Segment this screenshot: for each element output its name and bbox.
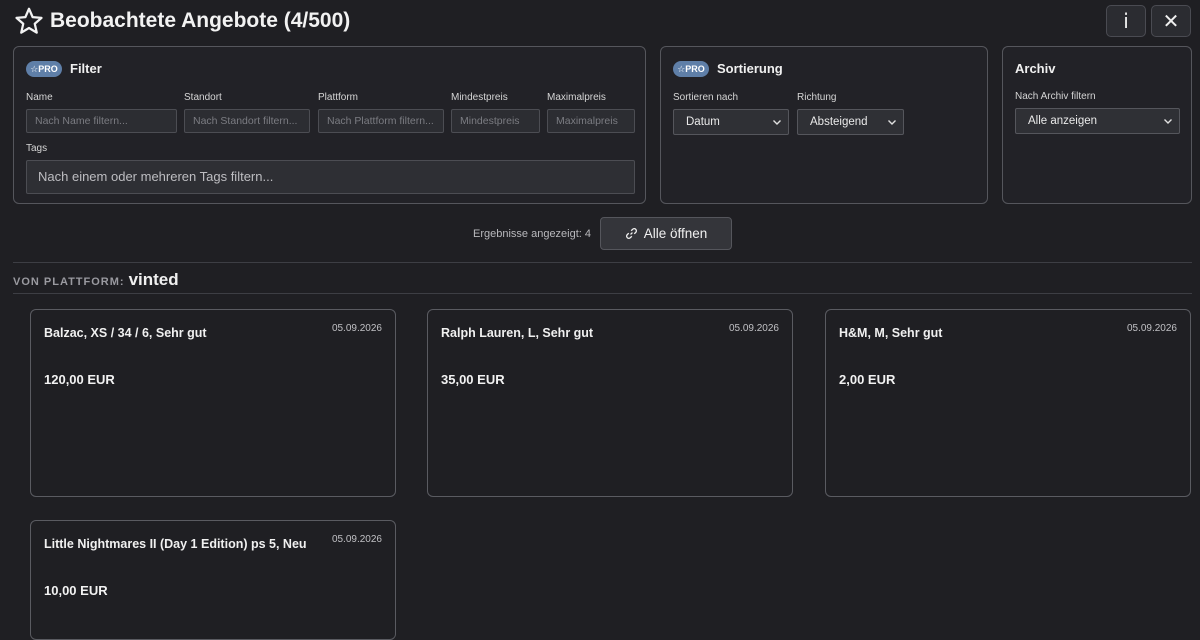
archive-panel: Archiv Nach Archiv filtern Alle anzeigen [1002,46,1192,204]
archive-filter-select[interactable]: Alle anzeigen [1015,108,1180,134]
sort-panel: ☆PRO Sortierung Sortieren nach Datum Ric… [660,46,988,204]
archive-filter-label: Nach Archiv filtern [1015,91,1096,102]
offer-title: Little Nightmares II (Day 1 Edition) ps … [44,537,307,551]
platform-filter-input[interactable]: Nach Plattform filtern... [318,109,444,133]
sort-title: Sortierung [717,61,783,76]
filter-panel: ☆PRO Filter Name Nach Name filtern... St… [13,46,646,204]
open-all-button[interactable]: Alle öffnen [600,217,732,250]
offer-price: 10,00 EUR [44,583,108,598]
chevron-down-icon [1164,119,1172,124]
sort-by-select[interactable]: Datum [673,109,789,135]
location-label: Standort [184,92,222,103]
direction-select[interactable]: Absteigend [797,109,904,135]
max-price-label: Maximalpreis [547,92,606,103]
tags-label: Tags [26,143,48,154]
offer-title: H&M, M, Sehr gut [839,326,943,340]
platform-prefix: VON PLATTFORM: [13,276,125,288]
offer-card[interactable]: Balzac, XS / 34 / 6, Sehr gut 05.09.2026… [30,309,396,497]
filter-title: Filter [70,61,102,76]
offer-title: Balzac, XS / 34 / 6, Sehr gut [44,326,207,340]
archive-title: Archiv [1015,61,1056,76]
tags-filter-input[interactable]: Nach einem oder mehreren Tags filtern... [26,160,635,194]
platform-label: Plattform [318,92,359,103]
pro-badge: ☆PRO [26,61,62,77]
offer-card[interactable]: Little Nightmares II (Day 1 Edition) ps … [30,520,396,640]
offer-date: 05.09.2026 [728,323,779,334]
name-label: Name [26,92,53,103]
offer-date: 05.09.2026 [1126,323,1177,334]
offer-date: 05.09.2026 [331,323,382,334]
results-count: Ergebnisse angezeigt: 4 [473,228,592,240]
offer-price: 35,00 EUR [441,372,505,387]
max-price-input[interactable]: Maximalpreis [547,109,635,133]
archive-filter-value: Alle anzeigen [1028,115,1098,127]
sort-by-value: Datum [686,116,720,128]
direction-label: Richtung [797,92,837,103]
platform-name: vinted [128,270,179,289]
offer-title: Ralph Lauren, L, Sehr gut [441,326,594,340]
min-price-input[interactable]: Mindestpreis [451,109,540,133]
direction-value: Absteigend [810,116,868,128]
offer-price: 120,00 EUR [44,372,115,387]
chevron-down-icon [888,120,896,125]
link-icon [625,228,637,239]
divider [13,293,1192,294]
pro-badge: ☆PRO [673,61,709,77]
info-button[interactable]: i [1106,5,1146,37]
sort-by-label: Sortieren nach [673,92,739,103]
open-all-label: Alle öffnen [643,226,708,241]
platform-group-header: VON PLATTFORM: vinted [13,270,179,290]
page-title: Beobachtete Angebote (4/500) [50,9,351,32]
offer-card[interactable]: Ralph Lauren, L, Sehr gut 05.09.2026 35,… [427,309,793,497]
offer-card[interactable]: H&M, M, Sehr gut 05.09.2026 2,00 EUR [825,309,1191,497]
offer-date: 05.09.2026 [331,534,382,545]
divider [13,262,1192,263]
min-price-label: Mindestpreis [451,92,508,103]
chevron-down-icon [773,120,781,125]
close-button[interactable]: ✕ [1151,5,1191,37]
star-outline-icon [15,7,43,34]
location-filter-input[interactable]: Nach Standort filtern... [184,109,310,133]
offer-price: 2,00 EUR [839,372,896,387]
name-filter-input[interactable]: Nach Name filtern... [26,109,177,133]
header: Beobachtete Angebote (4/500) i ✕ [0,0,1200,44]
